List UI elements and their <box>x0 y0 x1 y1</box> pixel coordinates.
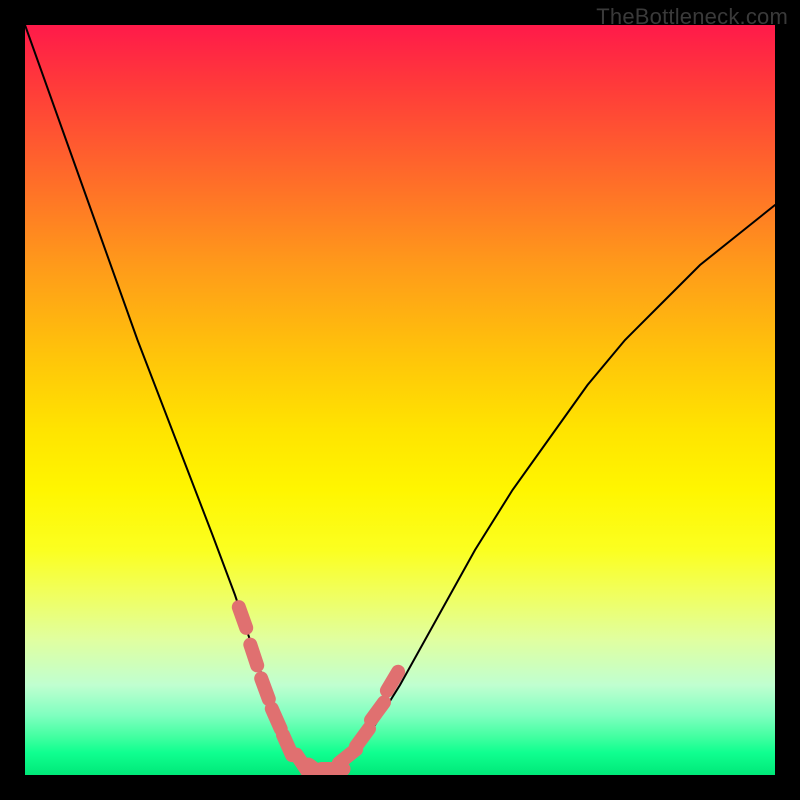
chart-svg <box>25 25 775 775</box>
chart-plot-area <box>25 25 775 775</box>
curve-marker <box>239 607 246 628</box>
curve-marker <box>387 672 398 691</box>
curve-marker <box>250 645 257 666</box>
curve-path <box>25 25 775 775</box>
watermark-text: TheBottleneck.com <box>596 4 788 30</box>
curve-marker <box>356 729 369 747</box>
curve-marker <box>272 709 281 729</box>
curve-markers <box>239 607 398 775</box>
curve-marker <box>261 678 269 699</box>
curve-marker <box>371 702 384 720</box>
